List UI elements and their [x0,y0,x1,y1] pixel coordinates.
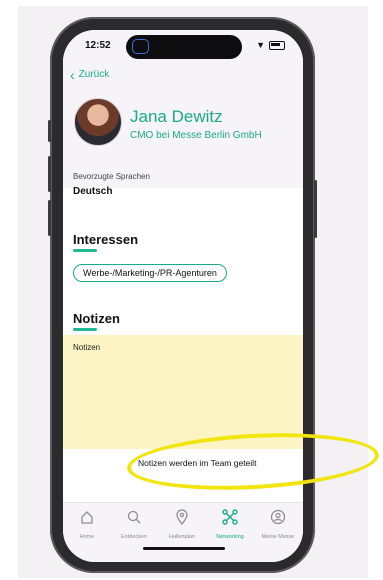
languages-value: Deutsch [73,186,113,197]
phone-side-button [48,200,51,236]
tab-hallenplan[interactable]: Hallenplan [160,509,204,540]
tab-hallenplan-label: Hallenplan [169,534,195,540]
tab-home-label: Home [79,534,95,540]
notes-title: Notizen [73,311,120,326]
network-icon [222,509,238,525]
wifi-icon: ▼ [256,40,265,50]
profile-role: CMO bei Messe Berlin GmbH [130,130,262,141]
interests-title: Interessen [73,232,139,247]
tab-entdecken-label: Entdecken [121,534,147,540]
status-bar: 12:52 ▼ [63,30,303,60]
tab-networking[interactable]: Networking [208,509,252,540]
battery-icon [269,40,285,50]
tab-entdecken[interactable]: Entdecken [112,509,156,540]
notes-placeholder: Notizen [73,343,101,352]
tab-home[interactable]: Home [65,509,109,540]
tab-meine-messe-label: Meine Messe [261,534,295,540]
back-button[interactable]: ‹ Zurück [70,66,110,83]
notes-input[interactable] [63,335,303,449]
profile-icon [270,509,286,525]
interest-chip[interactable]: Werbe-/Marketing-/PR-Agenturen [73,264,227,282]
status-time: 12:52 [85,40,111,51]
profile-name: Jana Dewitz [130,107,223,126]
avatar [74,98,122,146]
tab-meine-messe[interactable]: Meine Messe [256,509,300,540]
phone-side-button [48,120,51,142]
screen-recording-icon [132,39,149,54]
home-icon [81,511,93,524]
status-icons: ▼ [256,40,285,50]
map-pin-icon [176,509,188,526]
tab-networking-label: Networking [216,534,244,540]
home-indicator [143,547,225,550]
phone-side-button [48,156,51,192]
back-label: Zurück [78,69,110,80]
phone-side-button [314,180,317,238]
interests-underline [73,249,97,252]
profile-header: ‹ Zurück Jana Dewitz CMO bei Messe Berli… [63,60,303,188]
notes-underline [73,328,97,331]
search-icon [127,510,141,524]
languages-label: Bevorzugte Sprachen [73,172,150,181]
chevron-left-icon: ‹ [70,66,75,83]
tab-bar: Home Entdecken Hallenplan Networking Mei… [63,502,303,562]
dynamic-island [126,35,242,59]
